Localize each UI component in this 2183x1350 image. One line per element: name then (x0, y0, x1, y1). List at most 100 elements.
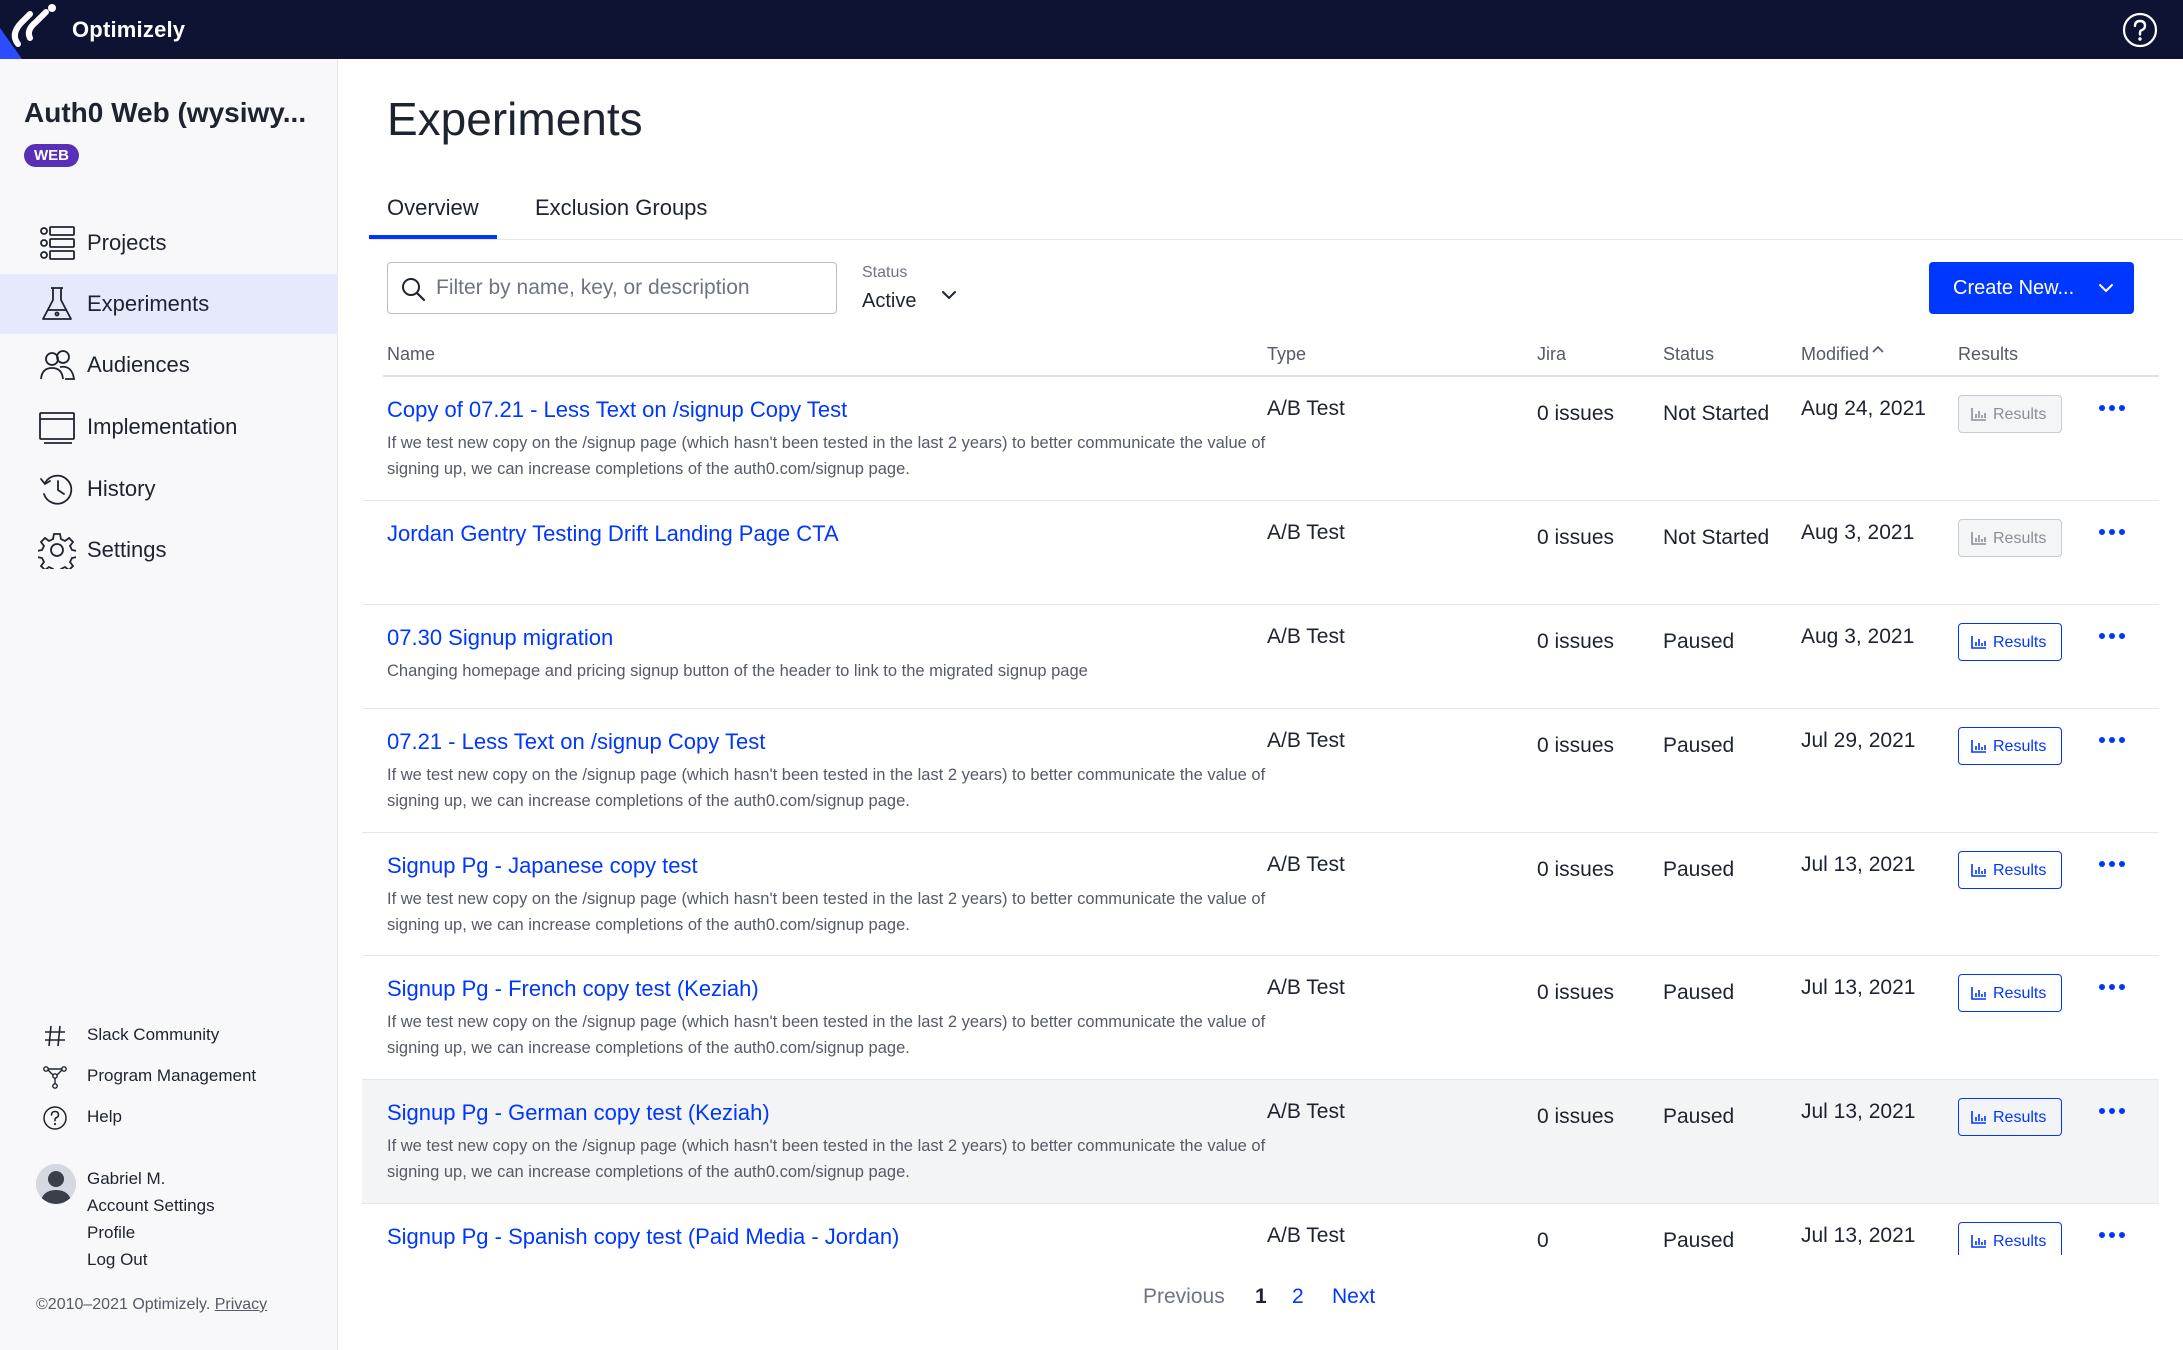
sidebar-item-implementation[interactable]: Implementation (0, 397, 338, 457)
experiment-name-link[interactable]: 07.30 Signup migration (387, 625, 613, 651)
help-link[interactable]: Help (0, 1099, 338, 1133)
column-header-modified[interactable]: Modified (1801, 344, 1885, 365)
jira-issues[interactable]: 0 (1537, 1224, 1637, 1255)
experiment-name-link[interactable]: 07.21 - Less Text on /signup Copy Test (387, 729, 765, 755)
results-button[interactable]: Results (1958, 623, 2062, 661)
jira-issues[interactable]: 0 issues (1537, 853, 1637, 887)
page-1-button[interactable]: 1 (1255, 1285, 1267, 1309)
status-text: Not Started (1663, 526, 1770, 549)
sidebar-item-label: Audiences (87, 352, 190, 377)
results-label: Results (1993, 634, 2047, 651)
help-icon[interactable] (2122, 12, 2158, 48)
create-new-button[interactable]: Create New... (1929, 262, 2134, 314)
search-icon (402, 278, 426, 302)
sidebar-item-label: Settings (87, 537, 167, 562)
table-row[interactable]: Signup Pg - Spanish copy test (Paid Medi… (362, 1204, 2159, 1255)
previous-page-button[interactable]: Previous (1143, 1285, 1225, 1309)
search-input[interactable] (436, 273, 826, 303)
table-row[interactable]: Signup Pg - German copy test (Keziah) If … (362, 1080, 2159, 1204)
results-button[interactable]: Results (1958, 974, 2062, 1012)
more-options-icon[interactable] (2097, 980, 2127, 994)
table-row[interactable]: 07.21 - Less Text on /signup Copy Test If… (362, 709, 2159, 833)
hash-icon (45, 1025, 65, 1047)
table-row[interactable]: Jordan Gentry Testing Drift Landing Page… (362, 501, 2159, 605)
more-options-icon[interactable] (2097, 1104, 2127, 1118)
table-header: Name Type Jira Status Modified Results (383, 334, 2159, 377)
experiment-name-link[interactable]: Signup Pg - German copy test (Keziah) (387, 1100, 770, 1126)
brand-name: Optimizely (72, 17, 186, 42)
program-management-link[interactable]: Program Management (0, 1058, 338, 1092)
search-field (387, 262, 837, 314)
experiment-type: A/B Test (1267, 625, 1345, 648)
slack-community-label: Slack Community (87, 1025, 220, 1044)
jira-issues[interactable]: 0 issues (1537, 729, 1637, 763)
experiment-name-link[interactable]: Jordan Gentry Testing Drift Landing Page… (387, 521, 839, 547)
more-options-icon[interactable] (2097, 733, 2127, 747)
column-header-status[interactable]: Status (1663, 344, 1714, 365)
bar-chart-icon (1971, 740, 1986, 753)
next-page-button[interactable]: Next (1332, 1285, 1375, 1309)
column-header-jira[interactable]: Jira (1537, 344, 1566, 365)
sort-ascending-icon (1872, 345, 1884, 353)
results-button[interactable]: Results (1958, 727, 2062, 765)
copyright: ©2010–2021 Optimizely. Privacy (36, 1296, 267, 1314)
jira-issues[interactable]: 0 issues (1537, 397, 1637, 431)
jira-issues[interactable]: 0 issues (1537, 976, 1637, 1010)
logout-link[interactable]: Log Out (87, 1246, 215, 1273)
sidebar-item-label: Projects (87, 230, 167, 255)
experiment-name-link[interactable]: Copy of 07.21 - Less Text on /signup Cop… (387, 397, 847, 423)
experiment-type: A/B Test (1267, 397, 1345, 420)
results-button[interactable]: Results (1958, 1098, 2062, 1136)
modified-date: Jul 13, 2021 (1801, 1224, 1916, 1247)
sidebar-item-experiments[interactable]: Experiments (0, 274, 338, 334)
tab-overview[interactable]: Overview (369, 195, 497, 239)
more-options-icon[interactable] (2097, 857, 2127, 871)
experiment-name-link[interactable]: Signup Pg - Japanese copy test (387, 853, 698, 879)
account-settings-link[interactable]: Account Settings (87, 1192, 215, 1219)
column-header-type[interactable]: Type (1267, 344, 1306, 365)
status-filter-dropdown[interactable]: Status Active (862, 264, 972, 316)
results-button[interactable]: Results (1958, 1222, 2062, 1255)
jira-issues[interactable]: 0 issues (1537, 1100, 1637, 1134)
experiment-name-link[interactable]: Signup Pg - Spanish copy test (Paid Medi… (387, 1224, 899, 1250)
status-text: Paused (1663, 630, 1735, 653)
column-header-name[interactable]: Name (387, 344, 435, 365)
modified-date: Jul 29, 2021 (1801, 729, 1916, 752)
status-text: Not Started (1663, 402, 1770, 425)
experiment-type: A/B Test (1267, 729, 1345, 752)
more-options-icon[interactable] (2097, 1228, 2127, 1242)
table-row[interactable]: 07.30 Signup migration Changing homepage … (362, 605, 2159, 709)
table-row[interactable]: Signup Pg - Japanese copy test If we test… (362, 833, 2159, 956)
avatar[interactable] (36, 1164, 76, 1204)
page-2-button[interactable]: 2 (1292, 1285, 1304, 1309)
more-options-icon[interactable] (2097, 401, 2127, 415)
privacy-link[interactable]: Privacy (215, 1296, 267, 1313)
more-options-icon[interactable] (2097, 629, 2127, 643)
table-row[interactable]: Copy of 07.21 - Less Text on /signup Cop… (362, 377, 2159, 501)
sidebar-item-history[interactable]: History (0, 459, 338, 519)
sidebar-item-audiences[interactable]: Audiences (0, 335, 338, 395)
profile-link[interactable]: Profile (87, 1219, 215, 1246)
jira-issues[interactable]: 0 issues (1537, 521, 1637, 555)
more-options-icon[interactable] (2097, 525, 2127, 539)
table-row[interactable]: Signup Pg - French copy test (Keziah) If … (362, 956, 2159, 1080)
status-text: Paused (1663, 1105, 1735, 1128)
sidebar-item-projects[interactable]: Projects (0, 213, 338, 273)
results-button[interactable]: Results (1958, 395, 2062, 433)
chevron-down-icon (942, 291, 956, 300)
project-name[interactable]: Auth0 Web (wysiwy... (24, 97, 306, 129)
jira-issues[interactable]: 0 issues (1537, 625, 1637, 659)
status-text: Paused (1663, 981, 1735, 1004)
tab-exclusion-groups[interactable]: Exclusion Groups (517, 195, 725, 239)
experiment-name-link[interactable]: Signup Pg - French copy test (Keziah) (387, 976, 759, 1002)
experiment-description: If we test new copy on the /signup page … (387, 766, 1266, 810)
gear-icon (38, 533, 76, 569)
optimizely-logo-icon[interactable] (0, 0, 60, 59)
slack-community-link[interactable]: Slack Community (0, 1017, 338, 1051)
results-label: Results (1993, 406, 2047, 423)
copyright-text: ©2010–2021 Optimizely. (36, 1296, 211, 1313)
results-button[interactable]: Results (1958, 519, 2062, 557)
results-button[interactable]: Results (1958, 851, 2062, 889)
sidebar-item-settings[interactable]: Settings (0, 520, 338, 580)
status-text: Paused (1663, 734, 1735, 757)
